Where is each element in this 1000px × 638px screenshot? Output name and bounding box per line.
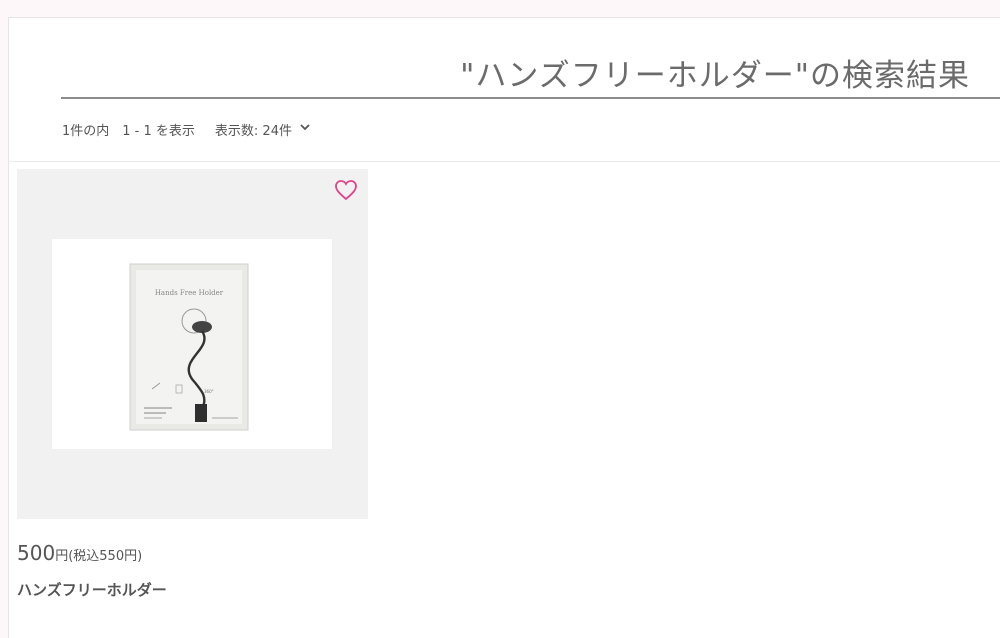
chevron-down-icon <box>300 120 310 135</box>
page-title: "ハンズフリーホルダー"の検索結果 <box>460 58 970 94</box>
price-tax-included: (税込550円) <box>68 549 143 564</box>
per-page-select[interactable]: 表示数: 24件 <box>215 120 310 139</box>
section-divider <box>8 161 1000 162</box>
price-unit: 円 <box>55 549 69 564</box>
product-image[interactable]: Hands Free Holder 360° <box>52 239 332 449</box>
package-title: Hands Free Holder <box>155 289 224 297</box>
price-value: 500 <box>17 541 56 565</box>
title-divider <box>61 97 1000 99</box>
result-count: 1件の内 1 - 1 を表示 <box>62 124 195 139</box>
result-bar: 1件の内 1 - 1 を表示 表示数: 24件 <box>62 120 310 139</box>
heart-outline-icon[interactable] <box>334 179 358 201</box>
product-price: 500 円 (税込550円) <box>17 541 368 565</box>
product-card[interactable]: Hands Free Holder 360° 500 円 (税込550円) ハン… <box>17 169 368 600</box>
per-page-label: 表示数: 24件 <box>214 124 292 139</box>
product-name[interactable]: ハンズフリーホルダー <box>17 579 368 600</box>
product-image-area[interactable]: Hands Free Holder 360° <box>17 169 368 519</box>
svg-text:360°: 360° <box>204 389 214 394</box>
